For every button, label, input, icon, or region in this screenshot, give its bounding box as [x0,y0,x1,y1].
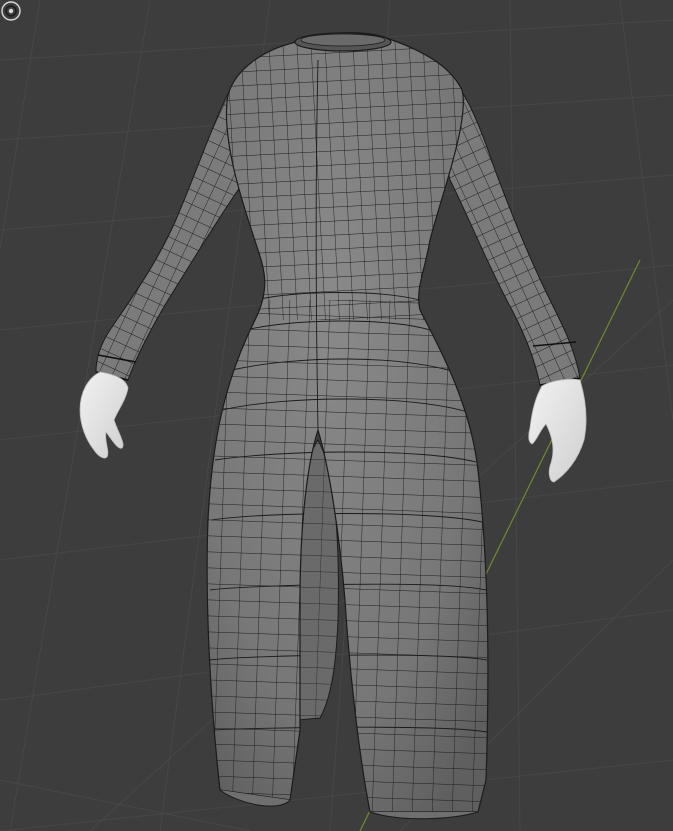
right-hand [528,378,587,483]
left-hand [79,371,129,459]
garment-body[interactable] [200,30,500,820]
object-origin-icon[interactable] [0,0,22,22]
viewport-scene[interactable] [0,0,673,831]
3d-viewport[interactable] [0,0,673,831]
